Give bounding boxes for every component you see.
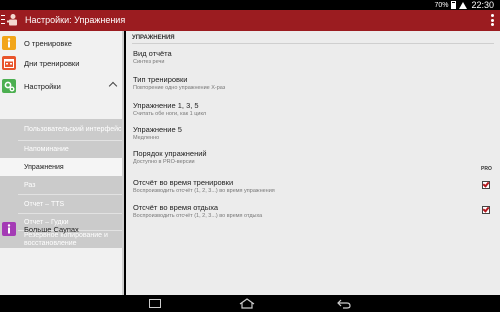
nav-item-more-apps[interactable]: Больше Саупах	[0, 219, 122, 239]
pref-workout-type[interactable]: Тип тренировки Повторение одно упражнени…	[133, 75, 463, 92]
sub-item-label: Раз	[24, 181, 36, 189]
nav-item-label: О тренировке	[24, 38, 72, 48]
status-bar: 70% 22:30	[0, 0, 500, 10]
pref-exercise-order[interactable]: Порядок упражнений Доступно в PRO-версии	[133, 149, 463, 166]
section-header: УПРАЖНЕНИЯ	[132, 35, 175, 41]
sub-item-label: Пользовательский интерфейс	[24, 126, 122, 133]
pref-summary: Доступно в PRO-версии	[133, 159, 195, 165]
battery-icon	[451, 1, 457, 9]
count-during-rest-checkbox[interactable]	[482, 205, 490, 214]
nav-item-label: Настройки	[24, 81, 61, 91]
section-divider	[132, 43, 494, 44]
nav-item-settings[interactable]: Настройки	[0, 76, 122, 96]
recent-apps-icon[interactable]	[149, 299, 161, 308]
nav-item-label: Дни тренировки	[24, 58, 80, 68]
pref-report-type[interactable]: Вид отчёта Синтез речи	[133, 49, 463, 66]
overflow-menu-icon[interactable]	[490, 14, 494, 26]
pref-title: Упражнение 5	[133, 125, 182, 134]
pref-title: Вид отчёта	[133, 49, 172, 58]
pref-exercise-1-3-5[interactable]: Упражнение 1, 3, 5 Считать обе ноги, как…	[133, 101, 463, 118]
pref-summary: Повторение одно упражнение X-раз	[133, 85, 226, 91]
gears-icon	[2, 79, 16, 93]
clock: 22:30	[471, 0, 494, 10]
pref-summary: Считать обе ноги, как 1 цикл	[133, 111, 207, 117]
checkmark-icon	[482, 180, 490, 188]
app-logo-icon[interactable]	[6, 13, 20, 27]
info-icon	[2, 222, 16, 236]
action-bar-title: Настройки: Упражнения	[25, 15, 126, 25]
pref-title: Тип тренировки	[133, 75, 188, 84]
pref-exercise-5[interactable]: Упражнение 5 Медленно	[133, 125, 463, 142]
pref-title: Порядок упражнений	[133, 149, 207, 158]
pref-summary: Воспроизводить отсчёт (1, 2, 3...) во вр…	[133, 188, 275, 194]
sub-item-exercises[interactable]: Упражнения	[0, 158, 122, 176]
chevron-up-icon[interactable]	[108, 81, 118, 91]
pref-summary: Медленно	[133, 135, 160, 141]
settings-panel: УПРАЖНЕНИЯ Вид отчёта Синтез речи Тип тр…	[126, 31, 500, 295]
drawer-toggle-icon[interactable]	[1, 15, 5, 24]
navigation-drawer: О тренировке Дни тренировки Настройки По…	[0, 31, 124, 295]
pref-title: Упражнение 1, 3, 5	[133, 101, 199, 110]
pref-title: Отсчёт во время отдыха	[133, 203, 219, 212]
pref-count-during-rest[interactable]: Отсчёт во время отдыха Воспроизводить от…	[133, 203, 463, 220]
sub-item-reps[interactable]: Раз	[0, 176, 122, 194]
calendar-icon	[2, 56, 16, 70]
nav-item-about[interactable]: О тренировке	[0, 33, 122, 53]
nav-item-label: Больше Саупах	[24, 224, 79, 234]
status-right: 70% 22:30	[434, 0, 494, 10]
pref-summary: Синтез речи	[133, 59, 165, 65]
sub-item-label: Упражнения	[24, 163, 64, 171]
sub-item-user-interface[interactable]: Пользовательский интерфейс	[0, 119, 122, 140]
sub-item-reminder[interactable]: Напоминание	[0, 141, 122, 158]
pref-title: Отсчёт во время тренировки	[133, 178, 234, 187]
pro-badge: PRO	[481, 166, 492, 172]
pref-count-during-workout[interactable]: Отсчёт во время тренировки Воспроизводит…	[133, 178, 463, 195]
home-icon[interactable]	[238, 298, 256, 309]
checkmark-icon	[482, 205, 490, 213]
sub-item-label: Отчет – TTS	[24, 200, 65, 208]
sub-item-label: Напоминание	[24, 146, 69, 153]
count-during-workout-checkbox[interactable]	[482, 180, 490, 189]
battery-percent: 70%	[434, 1, 449, 9]
back-icon[interactable]	[337, 298, 351, 309]
system-nav-bar	[0, 295, 500, 312]
info-icon	[2, 36, 16, 50]
pref-summary: Воспроизводить отсчёт (1, 2, 3...) во вр…	[133, 213, 263, 219]
sub-item-report-tts[interactable]: Отчет – TTS	[0, 195, 122, 213]
nav-item-workout-days[interactable]: Дни тренировки	[0, 53, 122, 73]
wifi-icon	[459, 1, 468, 9]
action-bar: Настройки: Упражнения	[0, 10, 500, 31]
